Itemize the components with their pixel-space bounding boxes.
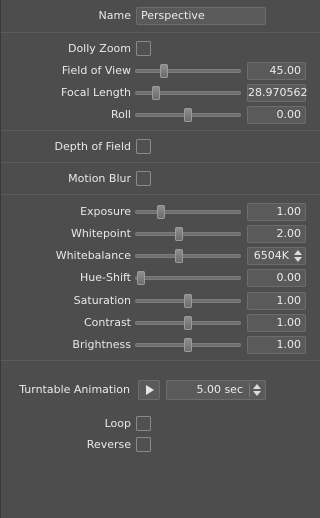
motion-blur-label: Motion Blur	[68, 172, 131, 185]
spin-arrows-icon[interactable]	[293, 249, 303, 263]
exposure-label: Exposure	[80, 205, 131, 218]
turntable-duration-value: 5.00 sec	[196, 383, 243, 396]
saturation-input[interactable]: 1.00	[247, 292, 306, 310]
focal-length-label: Focal Length	[61, 86, 131, 99]
loop-label: Loop	[104, 417, 131, 430]
exposure-row: Exposure 1.00	[1, 202, 320, 222]
reverse-row: Reverse	[1, 435, 320, 455]
roll-input[interactable]: 0.00	[247, 106, 306, 124]
roll-slider-thumb[interactable]	[184, 108, 192, 122]
name-row: Name Perspective	[1, 6, 320, 26]
brightness-label: Brightness	[72, 338, 131, 351]
field-of-view-row: Field of View 45.00	[1, 61, 320, 81]
brightness-slider-thumb[interactable]	[184, 338, 192, 352]
field-of-view-slider-track[interactable]	[135, 69, 241, 73]
depth-of-field-checkbox[interactable]	[136, 139, 151, 154]
saturation-slider-thumb[interactable]	[184, 294, 192, 308]
hue-shift-slider-thumb[interactable]	[136, 271, 145, 285]
whitepoint-row: Whitepoint 2.00	[1, 224, 320, 244]
whitepoint-label: Whitepoint	[70, 227, 131, 240]
loop-checkbox[interactable]	[136, 416, 151, 431]
divider	[1, 130, 320, 131]
motion-blur-checkbox[interactable]	[136, 171, 151, 186]
turntable-duration-spinbox[interactable]: 5.00 sec	[166, 380, 266, 400]
arrow-up-icon[interactable]	[294, 250, 302, 255]
hue-shift-label: Hue-Shift	[80, 271, 131, 284]
divider	[1, 360, 320, 361]
turntable-label: Turntable Animation	[19, 383, 130, 396]
whitebalance-label: Whitebalance	[55, 249, 131, 262]
roll-label: Roll	[111, 108, 131, 121]
hue-shift-input[interactable]: 0.00	[247, 269, 306, 287]
exposure-slider-thumb[interactable]	[156, 205, 165, 219]
whitepoint-input[interactable]: 2.00	[247, 225, 306, 243]
whitebalance-slider-track[interactable]	[135, 254, 241, 258]
dolly-zoom-label: Dolly Zoom	[67, 42, 131, 55]
contrast-slider-thumb[interactable]	[184, 316, 192, 330]
arrow-down-icon[interactable]	[294, 257, 302, 262]
whitepoint-slider-thumb[interactable]	[175, 227, 184, 241]
whitebalance-slider-thumb[interactable]	[175, 249, 184, 263]
play-icon	[146, 385, 154, 395]
whitepoint-slider-track[interactable]	[135, 232, 241, 236]
arrow-down-icon[interactable]	[253, 391, 261, 396]
brightness-row: Brightness 1.00	[1, 335, 320, 355]
field-of-view-input[interactable]: 45.00	[247, 62, 306, 80]
spin-arrows-icon[interactable]	[252, 383, 262, 397]
depth-of-field-row: Depth of Field	[1, 137, 320, 157]
contrast-row: Contrast 1.00	[1, 313, 320, 333]
hue-shift-slider-track[interactable]	[135, 276, 241, 280]
arrow-up-icon[interactable]	[253, 384, 261, 389]
focal-length-slider-thumb[interactable]	[151, 86, 160, 100]
exposure-input[interactable]: 1.00	[247, 203, 306, 221]
roll-row: Roll 0.00	[1, 105, 320, 125]
reverse-label: Reverse	[86, 438, 131, 451]
contrast-input[interactable]: 1.00	[247, 314, 306, 332]
dolly-zoom-checkbox[interactable]	[136, 41, 151, 56]
separator	[249, 383, 250, 397]
divider	[1, 32, 320, 33]
whitebalance-value: 6504K	[253, 249, 289, 262]
name-input[interactable]: Perspective	[136, 7, 266, 25]
whitebalance-spinbox[interactable]: 6504K	[247, 247, 306, 265]
focal-length-input[interactable]: 28.970562	[247, 84, 308, 102]
saturation-row: Saturation 1.00	[1, 291, 320, 311]
exposure-slider-track[interactable]	[135, 210, 241, 214]
focal-length-slider-track[interactable]	[135, 91, 241, 95]
play-button[interactable]	[138, 380, 160, 400]
hue-shift-row: Hue-Shift 0.00	[1, 268, 320, 288]
saturation-label: Saturation	[73, 294, 131, 307]
motion-blur-row: Motion Blur	[1, 169, 320, 189]
field-of-view-slider-thumb[interactable]	[160, 64, 169, 78]
whitebalance-row: Whitebalance 6504K	[1, 246, 320, 266]
depth-of-field-label: Depth of Field	[54, 140, 132, 153]
divider	[1, 194, 320, 195]
contrast-label: Contrast	[83, 316, 131, 329]
divider	[1, 162, 320, 163]
name-label: Name	[98, 9, 131, 22]
reverse-checkbox[interactable]	[136, 437, 151, 452]
focal-length-row: Focal Length 28.970562	[1, 83, 320, 103]
loop-row: Loop	[1, 414, 320, 434]
turntable-row: Turntable Animation 5.00 sec	[1, 380, 320, 400]
brightness-input[interactable]: 1.00	[247, 336, 306, 354]
camera-settings-panel: Name Perspective Dolly Zoom Field of Vie…	[0, 0, 320, 518]
field-of-view-label: Field of View	[61, 64, 131, 77]
dolly-zoom-row: Dolly Zoom	[1, 39, 320, 59]
